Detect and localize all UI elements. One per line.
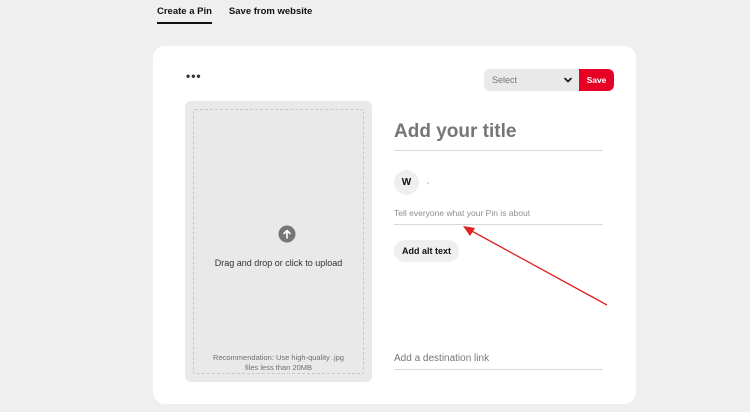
upload-area: Drag and drop or click to upload Recomme…	[185, 101, 372, 382]
more-options-button[interactable]: •••	[186, 70, 202, 82]
pin-builder-card: ••• Select Save Drag and drop or click t…	[153, 46, 636, 404]
title-input[interactable]: Add your title	[394, 121, 603, 151]
upload-dropzone[interactable]: Drag and drop or click to upload Recomme…	[193, 109, 364, 374]
avatar: W	[394, 170, 419, 195]
add-alt-text-button[interactable]: Add alt text	[394, 240, 460, 262]
arrow-up-circle-icon	[278, 225, 296, 243]
upload-recommendation: Recommendation: Use high-quality .jpg fi…	[213, 353, 344, 372]
chevron-down-icon	[564, 77, 572, 83]
description-input[interactable]: Tell everyone what your Pin is about	[394, 208, 603, 225]
board-select-value: Select	[492, 75, 518, 85]
tab-create-pin[interactable]: Create a Pin	[157, 6, 212, 24]
upload-prompt: Drag and drop or click to upload	[214, 258, 343, 268]
destination-link-input[interactable]: Add a destination link	[394, 353, 603, 370]
save-button[interactable]: Save	[579, 69, 614, 91]
tab-save-from-website[interactable]: Save from website	[229, 6, 312, 24]
board-select-dropdown[interactable]: Select	[484, 69, 579, 91]
username-placeholder	[427, 182, 429, 184]
tab-bar: Create a Pin Save from website	[157, 6, 312, 24]
